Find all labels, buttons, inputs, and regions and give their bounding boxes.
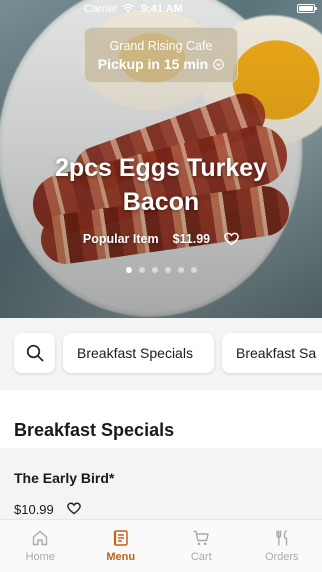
tab-label: Menu (106, 551, 136, 563)
heart-icon[interactable] (224, 232, 239, 246)
status-time: 9:41 AM (141, 3, 183, 15)
carousel-dot[interactable] (177, 267, 184, 273)
search-icon (26, 344, 43, 362)
battery-icon (297, 4, 317, 13)
section-title: Breakfast Specials (14, 420, 175, 440)
search-button[interactable] (14, 333, 55, 373)
location-selector[interactable]: Grand Rising Cafe Pickup in 15 min (84, 27, 238, 83)
tab-orders[interactable]: Orders (242, 520, 322, 572)
menu-item-price: $10.99 (14, 502, 54, 517)
location-name: Grand Rising Cafe (109, 39, 213, 53)
pickup-label: Pickup in 15 min (97, 56, 209, 72)
chevron-down-icon (213, 58, 225, 70)
menu-item[interactable]: The Early Bird* $10.99 (0, 448, 322, 522)
category-chip-breakfast-sandwiches[interactable]: Breakfast Sa (222, 333, 322, 373)
featured-item-price: $11.99 (172, 232, 211, 246)
carrier-label: Carrier (84, 3, 118, 15)
home-icon (33, 530, 48, 546)
carousel-dot[interactable] (164, 267, 171, 273)
category-chip-breakfast-specials[interactable]: Breakfast Specials (63, 333, 214, 373)
category-bar: Breakfast Specials Breakfast Sa (0, 318, 322, 390)
tab-label: Cart (190, 551, 212, 563)
carousel-indicator[interactable] (0, 267, 322, 273)
carousel-dot[interactable] (190, 267, 197, 273)
tab-label: Home (25, 551, 55, 563)
carousel-dot[interactable] (125, 267, 132, 273)
tab-bar: Home Menu Cart Orders (0, 519, 322, 572)
heart-icon[interactable] (67, 502, 81, 515)
status-bar: Carrier 9:41 AM (0, 0, 322, 18)
featured-item-hero[interactable]: Carrier 9:41 AM Grand Rising Cafe Pickup… (0, 0, 322, 318)
orders-icon (276, 529, 287, 546)
pickup-time: Pickup in 15 min (97, 56, 225, 72)
carousel-dot[interactable] (138, 267, 145, 273)
carousel-dot[interactable] (151, 267, 158, 273)
tab-home[interactable]: Home (0, 520, 81, 572)
menu-item-name: The Early Bird* (14, 470, 115, 486)
featured-item-meta: Popular Item $11.99 (0, 232, 322, 246)
tab-label: Orders (264, 551, 299, 563)
popular-badge: Popular Item (82, 232, 159, 246)
cart-icon (193, 530, 209, 546)
tab-cart[interactable]: Cart (161, 520, 242, 572)
tab-menu[interactable]: Menu (81, 520, 162, 572)
wifi-icon (122, 3, 134, 13)
featured-item-title: 2pcs Eggs Turkey Bacon (54, 154, 268, 216)
menu-icon (113, 530, 128, 546)
